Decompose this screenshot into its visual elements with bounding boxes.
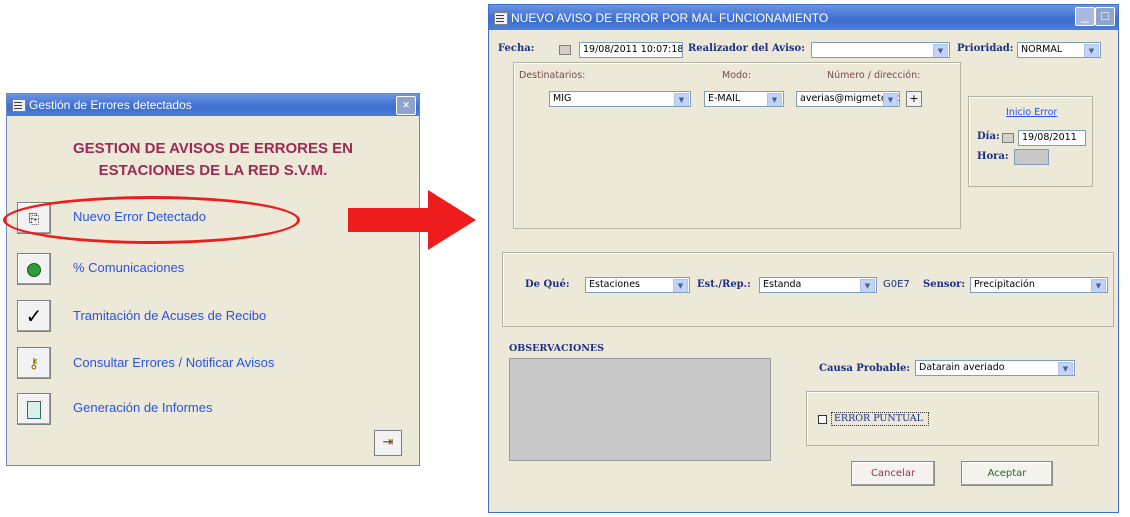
exit-door-icon: ⇥ — [382, 435, 394, 450]
dia-field[interactable]: 19/08/2011 — [1018, 130, 1086, 146]
chevron-down-icon[interactable]: ▼ — [883, 93, 898, 106]
fecha-field[interactable]: 19/08/2011 10:07:18 — [579, 42, 683, 58]
destinatario-select[interactable]: MIG ▼ — [549, 91, 691, 107]
destinatarios-label: Destinatarios: — [519, 70, 586, 81]
title-bar: Gestión de Errores detectados × — [7, 94, 419, 116]
heading-line-2: ESTACIONES DE LA RED S.V.M. — [98, 162, 328, 179]
chevron-down-icon[interactable]: ▼ — [767, 93, 782, 106]
hora-label: Hora: — [977, 151, 1009, 162]
numero-label: Número / dirección: — [827, 70, 921, 81]
observaciones-label: OBSERVACIONES — [509, 343, 605, 354]
page-heading: GESTION DE AVISOS DE ERRORES EN ESTACION… — [7, 138, 419, 182]
chevron-down-icon[interactable]: ▼ — [860, 279, 875, 292]
reports-button[interactable] — [17, 393, 51, 425]
add-recipient-button[interactable]: + — [906, 91, 922, 107]
form-icon — [12, 99, 26, 112]
numero-select[interactable]: averias@migmeteo.cc ▼ — [796, 91, 900, 107]
chevron-down-icon[interactable]: ▼ — [933, 44, 948, 57]
chevron-down-icon[interactable]: ▼ — [674, 93, 689, 106]
recipients-group — [513, 62, 961, 229]
realizador-label: Realizador del Aviso: — [688, 43, 805, 54]
key-icon: ⚷ — [28, 356, 40, 372]
inicio-error-link[interactable]: Inicio Error — [1006, 107, 1057, 118]
chevron-down-icon[interactable]: ▼ — [1091, 279, 1106, 292]
dia-label: Día: — [977, 131, 1000, 142]
menu-item-acknowledgements[interactable]: Tramitación de Acuses de Recibo — [73, 308, 266, 323]
causa-select[interactable]: Datarain averiado ▼ — [915, 360, 1075, 376]
red-arrow-icon — [348, 190, 476, 250]
window-title: NUEVO AVISO DE ERROR POR MAL FUNCIONAMIE… — [511, 11, 829, 25]
minimize-button[interactable]: _ — [1075, 7, 1095, 26]
accept-button[interactable]: Aceptar — [961, 461, 1053, 486]
sensor-select[interactable]: Precipitación ▼ — [970, 277, 1108, 293]
chevron-down-icon[interactable]: ▼ — [1084, 44, 1099, 57]
calendar-button[interactable] — [559, 45, 571, 55]
error-puntual-label[interactable]: ERROR PUNTUAL — [831, 412, 929, 426]
close-button[interactable]: × — [396, 96, 416, 115]
modo-label: Modo: — [722, 70, 752, 81]
menu-item-reports[interactable]: Generación de Informes — [73, 400, 212, 415]
estrep-code: G0E7 — [883, 279, 910, 290]
realizador-select[interactable]: ▼ — [811, 42, 950, 58]
form-icon — [494, 12, 508, 25]
error-puntual-checkbox[interactable] — [818, 415, 827, 424]
notebook-icon — [27, 400, 41, 419]
maximize-button[interactable]: □ — [1095, 7, 1115, 26]
menu-item-query-errors[interactable]: Consultar Errores / Notificar Avisos — [73, 355, 274, 370]
modo-select[interactable]: E-MAIL ▼ — [704, 91, 784, 107]
acknowledgements-button[interactable]: ✓ — [17, 300, 51, 332]
globe-icon — [27, 262, 41, 277]
estrep-label: Est./Rep.: — [697, 279, 751, 290]
cancel-button[interactable]: Cancelar — [851, 461, 935, 486]
hora-field[interactable] — [1014, 149, 1049, 165]
deque-select[interactable]: Estaciones ▼ — [585, 277, 690, 293]
communications-button[interactable] — [17, 253, 51, 285]
fecha-label: Fecha: — [498, 43, 535, 54]
observaciones-textarea[interactable] — [509, 358, 771, 461]
prioridad-select[interactable]: NORMAL ▼ — [1017, 42, 1101, 58]
highlight-ellipse — [3, 196, 300, 244]
estrep-select[interactable]: Estanda ▼ — [759, 277, 877, 293]
exit-button[interactable]: ⇥ — [374, 430, 402, 456]
sensor-label: Sensor: — [923, 279, 966, 290]
chevron-down-icon[interactable]: ▼ — [1058, 362, 1073, 375]
checkmark-icon: ✓ — [25, 304, 43, 328]
chevron-down-icon[interactable]: ▼ — [673, 279, 688, 292]
deque-label: De Qué: — [525, 279, 570, 290]
window-title: Gestión de Errores detectados — [29, 98, 192, 112]
calendar-button[interactable] — [1002, 133, 1014, 143]
query-errors-button[interactable]: ⚷ — [17, 347, 51, 379]
heading-line-1: GESTION DE AVISOS DE ERRORES EN — [72, 140, 354, 157]
new-error-window: NUEVO AVISO DE ERROR POR MAL FUNCIONAMIE… — [488, 4, 1119, 513]
errors-management-window: Gestión de Errores detectados × GESTION … — [6, 93, 420, 466]
title-bar: NUEVO AVISO DE ERROR POR MAL FUNCIONAMIE… — [489, 5, 1118, 30]
causa-label: Causa Probable: — [819, 363, 911, 374]
menu-item-communications[interactable]: % Comunicaciones — [73, 260, 184, 275]
prioridad-label: Prioridad: — [957, 43, 1014, 54]
